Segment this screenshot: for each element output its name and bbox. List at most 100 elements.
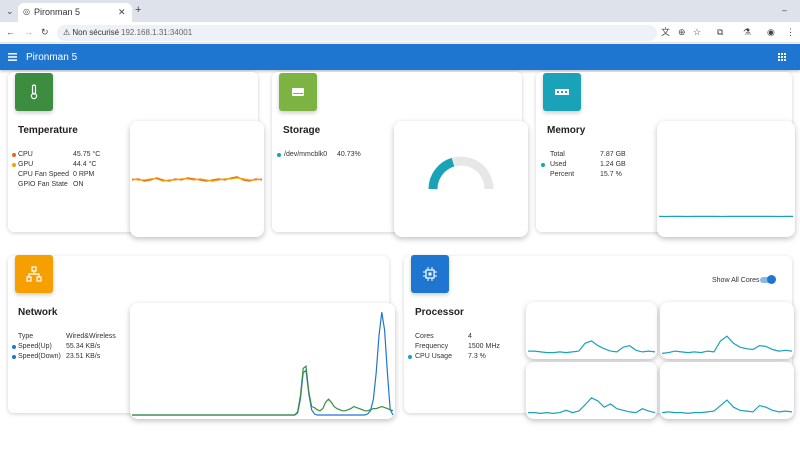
- translate-icon[interactable]: 文: [661, 28, 670, 37]
- frequency-value: 1500 MHz: [468, 343, 500, 350]
- extensions-icon[interactable]: ⧉: [717, 28, 723, 37]
- speed-down-label: Speed(Down): [18, 353, 61, 360]
- browser-toolbar: ← → ↻ ⚠ Non sécurisé 192.168.1.31:34001 …: [0, 22, 800, 43]
- storage-title: Storage: [283, 125, 321, 136]
- browser-tab[interactable]: ◎ Pironman 5 ✕: [18, 3, 132, 22]
- memory-percent-label: Percent: [550, 171, 575, 178]
- memory-total-label: Total: [550, 151, 565, 158]
- frequency-label: Frequency: [415, 343, 449, 350]
- cpu-fan-speed-label: CPU Fan Speed: [18, 171, 69, 178]
- minimize-icon[interactable]: –: [782, 6, 787, 15]
- network-title: Network: [18, 307, 58, 318]
- cpu-icon: [423, 267, 437, 281]
- insecure-warning[interactable]: ⚠ Non sécurisé: [63, 28, 119, 37]
- profile-icon[interactable]: ◉: [767, 28, 775, 37]
- show-all-cores-toggle-knob[interactable]: [767, 275, 776, 284]
- memory-icon-box: [543, 73, 581, 111]
- memory-icon: [555, 89, 569, 95]
- series-1-line: [132, 365, 394, 416]
- network-type-value: Wired&Wireless: [66, 333, 116, 340]
- processor-icon-box: [411, 255, 449, 293]
- storage-device-value: 40.73%: [337, 151, 361, 158]
- show-all-cores-label: Show All Cores: [712, 277, 760, 284]
- lab-icon[interactable]: ⚗: [743, 28, 751, 37]
- page-favicon-icon: ◎: [23, 7, 30, 16]
- temperature-title: Temperature: [18, 125, 78, 136]
- address-bar[interactable]: ⚠ Non sécurisé 192.168.1.31:34001: [57, 25, 657, 41]
- back-icon[interactable]: ←: [6, 28, 15, 37]
- series-0-line: [661, 335, 793, 354]
- cpu-fan-speed-value: 0 RPM: [73, 171, 95, 178]
- series-0-line: [528, 340, 656, 354]
- speed-down-legend-dot: [12, 355, 16, 359]
- core-4-chart: [660, 362, 794, 419]
- series-0-line: [132, 312, 394, 416]
- network-chart: [130, 303, 395, 419]
- hamburger-menu-icon[interactable]: [8, 53, 17, 61]
- core-2-chart-svg: [661, 335, 793, 354]
- gpio-fan-state-label: GPIO Fan State: [18, 181, 68, 188]
- thermometer-icon: [30, 84, 38, 100]
- speed-up-value: 55.34 KB/s: [66, 343, 101, 350]
- speed-up-label: Speed(Up): [18, 343, 52, 350]
- cpu-usage-label: CPU Usage: [415, 353, 452, 360]
- core-1-chart: [526, 302, 657, 359]
- tab-search-icon[interactable]: ⌄: [6, 7, 14, 16]
- zoom-icon[interactable]: ⊕: [678, 28, 686, 37]
- tab-title: Pironman 5: [34, 7, 81, 17]
- storage-icon-box: [279, 73, 317, 111]
- core-2-chart: [660, 302, 794, 359]
- url-text[interactable]: 192.168.1.31:34001: [121, 28, 192, 37]
- temperature-chart: [130, 121, 264, 237]
- temperature-chart-svg: [131, 176, 263, 182]
- speed-up-legend-dot: [12, 345, 16, 349]
- network-chart-svg: [132, 312, 394, 416]
- app-title: Pironman 5: [26, 52, 78, 63]
- gauge-free-arc: [451, 156, 494, 190]
- close-tab-icon[interactable]: ✕: [118, 8, 126, 17]
- cpu-usage-value: 7.3 %: [468, 353, 486, 360]
- cores-label: Cores: [415, 333, 434, 340]
- new-tab-button[interactable]: +: [135, 5, 141, 16]
- hard-drive-icon: [292, 88, 304, 96]
- gauge-used-arc: [428, 157, 455, 190]
- storage-gauge-svg: [428, 156, 494, 190]
- browser-tab-strip: ⌄ ◎ Pironman 5 ✕ + –: [0, 0, 800, 22]
- gpu-legend-dot: [12, 163, 16, 167]
- memory-used-label: Used: [550, 161, 567, 168]
- core-4-chart-svg: [661, 399, 793, 415]
- cores-value: 4: [468, 333, 472, 340]
- core-3-chart: [526, 362, 657, 419]
- memory-used-value: 1.24 GB: [600, 161, 626, 168]
- series-0-line: [528, 397, 656, 415]
- temperature-icon-box: [15, 73, 53, 111]
- grid-view-icon[interactable]: [778, 53, 786, 61]
- core-3-chart-svg: [528, 397, 656, 415]
- cpu-legend-dot: [12, 153, 16, 157]
- storage-device-label: /dev/mmcblk0: [284, 151, 328, 158]
- memory-title: Memory: [547, 125, 586, 136]
- cpu-usage-legend-dot: [408, 355, 412, 359]
- bookmark-star-icon[interactable]: ☆: [693, 28, 701, 37]
- reload-icon[interactable]: ↻: [41, 28, 49, 37]
- gpu-temp-value: 44.4 °C: [73, 161, 97, 168]
- speed-down-value: 23.51 KB/s: [66, 353, 101, 360]
- memory-used-legend-dot: [541, 163, 545, 167]
- memory-chart-svg: [658, 215, 793, 218]
- memory-percent-value: 15.7 %: [600, 171, 622, 178]
- series-0-line: [661, 399, 793, 415]
- forward-icon[interactable]: →: [24, 28, 33, 37]
- memory-total-value: 7.87 GB: [600, 151, 626, 158]
- cpu-temp-label: CPU: [18, 151, 33, 158]
- cpu-temp-value: 45.75 °C: [73, 151, 101, 158]
- app-bar: Pironman 5: [0, 44, 800, 70]
- processor-title: Processor: [415, 307, 464, 318]
- network-icon: [26, 266, 42, 282]
- memory-chart: [657, 121, 795, 237]
- network-type-label: Type: [18, 333, 34, 340]
- gpu-temp-label: GPU: [18, 161, 34, 168]
- network-icon-box: [15, 255, 53, 293]
- menu-dots-icon[interactable]: ⋮: [786, 28, 795, 37]
- storage-gauge-chart: [394, 121, 528, 237]
- core-1-chart-svg: [528, 340, 656, 354]
